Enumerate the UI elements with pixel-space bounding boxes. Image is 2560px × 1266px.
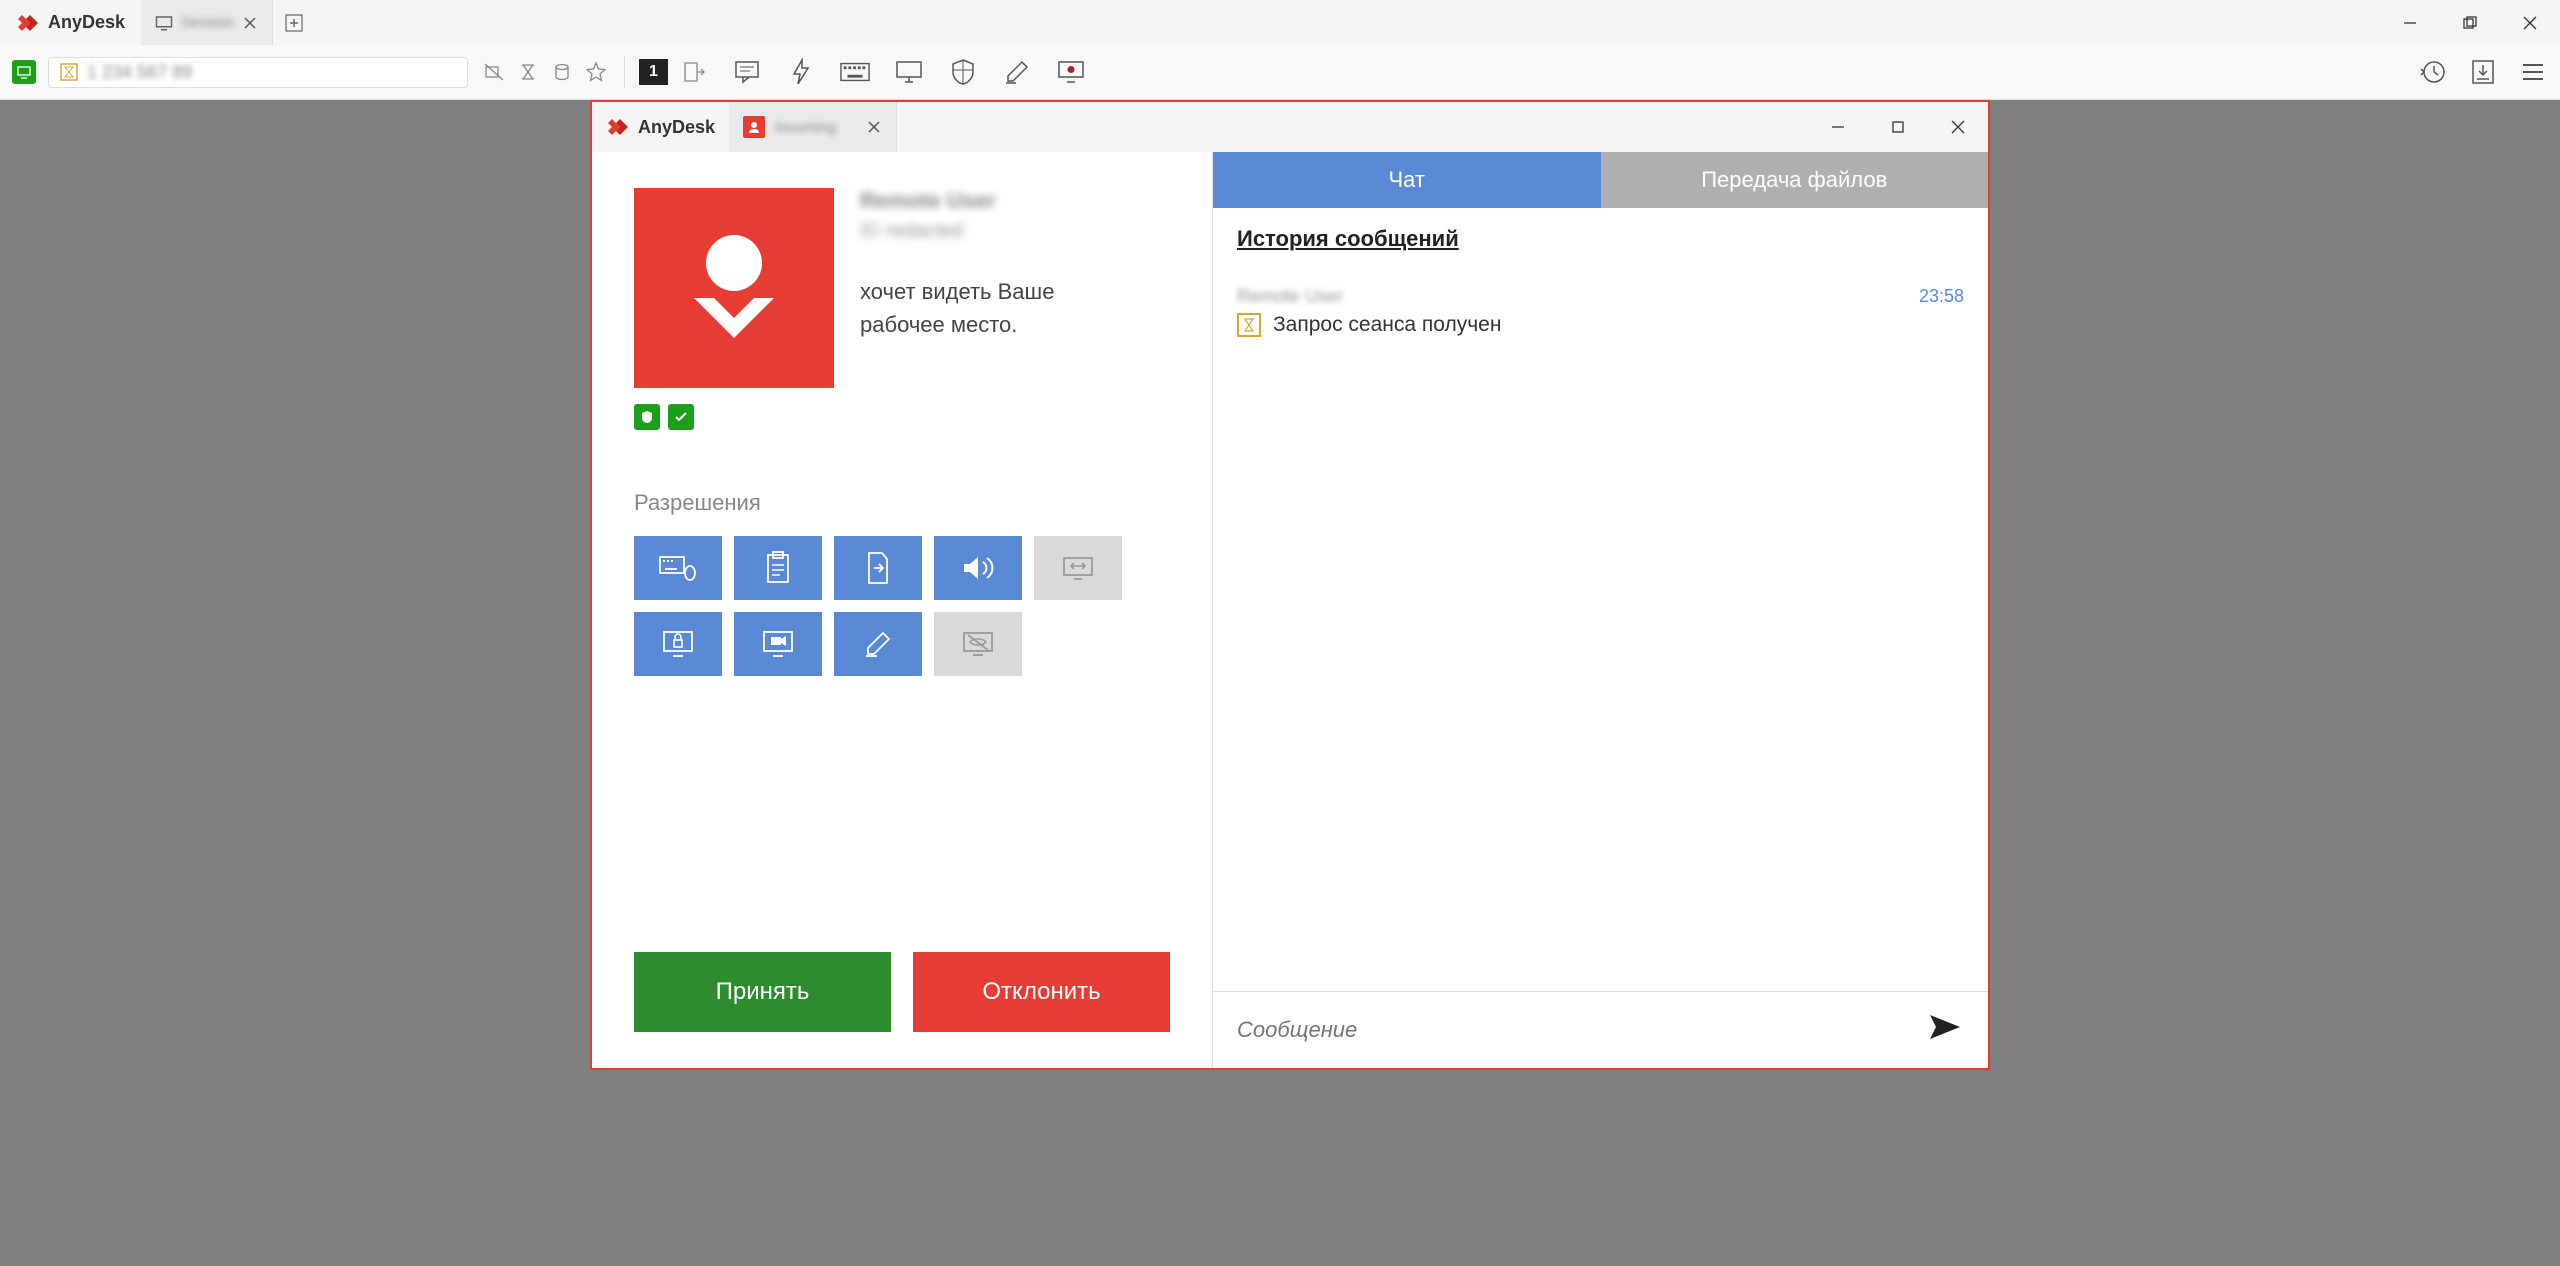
toolbar-quick-icons (480, 58, 610, 86)
address-bar[interactable]: 1 234 567 89 (48, 57, 468, 88)
main-tab[interactable]: Session (141, 0, 273, 45)
chat-input-row (1213, 991, 1988, 1068)
app-logo: AnyDesk (0, 11, 141, 35)
menu-icon[interactable] (2518, 57, 2548, 87)
anydesk-logo-icon (606, 115, 630, 139)
perm-privacy[interactable] (934, 612, 1022, 676)
send-button[interactable] (1928, 1012, 1964, 1048)
requester-avatar (634, 188, 834, 388)
status-icons (634, 404, 1170, 430)
dialog-logo: AnyDesk (592, 115, 729, 139)
requester-name: Remote User (860, 188, 1054, 214)
action-buttons: Принять Отклонить (634, 952, 1170, 1032)
toolbar-hourglass-icon[interactable] (514, 58, 542, 86)
toolbar-camera-off-icon[interactable] (480, 58, 508, 86)
requester-info: Remote User ID redacted хочет видеть Ваш… (860, 188, 1054, 388)
perm-file-transfer[interactable] (834, 536, 922, 600)
perm-clipboard[interactable] (734, 536, 822, 600)
plus-icon (285, 14, 303, 32)
perm-tcp-tunnel[interactable] (1034, 536, 1122, 600)
request-text: хочет видеть Ваше рабочее место. (860, 275, 1054, 341)
actions-icon[interactable] (786, 57, 816, 87)
main-window: AnyDesk Session 1 234 567 89 (0, 0, 2560, 1266)
toolbar: 1 234 567 89 1 (0, 45, 2560, 100)
verified-icon (634, 404, 660, 430)
dialog-tab-label: Incoming (775, 119, 836, 136)
new-tab-button[interactable] (273, 14, 315, 32)
request-panel: Remote User ID redacted хочет видеть Ваш… (592, 152, 1212, 1068)
connected-icon (668, 404, 694, 430)
chat-entry-text: Запрос сеанса получен (1273, 313, 1501, 337)
toolbar-database-icon[interactable] (548, 58, 576, 86)
perm-audio[interactable] (934, 536, 1022, 600)
maximize-button[interactable] (2440, 0, 2500, 45)
whiteboard-icon[interactable] (1002, 57, 1032, 87)
dialog-minimize-button[interactable] (1808, 102, 1868, 152)
tab-close-icon[interactable] (242, 15, 258, 31)
chat-entry-name: Remote User (1237, 286, 1343, 307)
dialog-maximize-button[interactable] (1868, 102, 1928, 152)
display-icon[interactable] (894, 57, 924, 87)
dialog-tab[interactable]: Incoming (729, 102, 897, 152)
toolbar-divider (624, 56, 625, 88)
perm-keyboard-mouse[interactable] (634, 536, 722, 600)
chat-history-title: История сообщений (1237, 226, 1964, 252)
shield-icon[interactable] (948, 57, 978, 87)
dialog-close-button[interactable] (1928, 102, 1988, 152)
close-button[interactable] (2500, 0, 2560, 45)
tab-label: Session (181, 14, 234, 31)
minimize-button[interactable] (2380, 0, 2440, 45)
requester-block: Remote User ID redacted хочет видеть Ваш… (634, 188, 1170, 388)
perm-lock[interactable] (634, 612, 722, 676)
session-request-icon (1237, 313, 1261, 337)
monitor-icon (155, 14, 173, 32)
dialog-tab-close-icon[interactable] (866, 119, 882, 135)
title-bar: AnyDesk Session (0, 0, 2560, 45)
toolbar-star-icon[interactable] (582, 58, 610, 86)
chat-history: История сообщений Remote User 23:58 Запр… (1213, 208, 1988, 355)
chat-entry-time: 23:58 (1919, 286, 1964, 307)
record-icon[interactable] (1056, 57, 1086, 87)
content-area: AnyDesk Incoming (0, 100, 2560, 1266)
connection-status-icon (12, 60, 36, 84)
reject-button[interactable]: Отклонить (913, 952, 1170, 1032)
window-controls (2380, 0, 2560, 45)
toolbar-exit-icon[interactable] (680, 58, 708, 86)
chat-icon[interactable] (732, 57, 762, 87)
toolbar-session-icons (732, 57, 1086, 87)
requester-id: ID redacted (860, 220, 1054, 243)
app-name: AnyDesk (48, 12, 125, 33)
chat-input[interactable] (1237, 1017, 1912, 1043)
chat-panel: Чат Передача файлов История сообщений Re… (1212, 152, 1988, 1068)
history-icon[interactable] (2418, 57, 2448, 87)
user-icon (743, 116, 765, 138)
toolbar-right (2418, 57, 2548, 87)
chat-entry: Remote User 23:58 Запрос сеанса получен (1237, 286, 1964, 337)
dialog-app-name: AnyDesk (638, 117, 715, 138)
anydesk-logo-icon (16, 11, 40, 35)
dialog-title-bar: AnyDesk Incoming (592, 102, 1988, 152)
incoming-request-dialog: AnyDesk Incoming (590, 100, 1990, 1070)
dialog-body: Remote User ID redacted хочет видеть Ваш… (592, 152, 1988, 1068)
tab-file-transfer[interactable]: Передача файлов (1601, 152, 1989, 208)
download-icon[interactable] (2468, 57, 2498, 87)
keyboard-icon[interactable] (840, 57, 870, 87)
chat-entry-body: Запрос сеанса получен (1237, 313, 1964, 337)
chat-tabs: Чат Передача файлов (1213, 152, 1988, 208)
permissions-grid (634, 536, 1184, 676)
perm-draw[interactable] (834, 612, 922, 676)
perm-record[interactable] (734, 612, 822, 676)
permissions-label: Разрешения (634, 490, 1170, 516)
dialog-window-controls (1808, 102, 1988, 152)
tab-chat[interactable]: Чат (1213, 152, 1601, 208)
session-count-badge: 1 (639, 59, 668, 85)
address-text: 1 234 567 89 (87, 62, 192, 83)
chat-entry-header: Remote User 23:58 (1237, 286, 1964, 307)
send-icon (1928, 1012, 1962, 1042)
hourglass-icon (59, 62, 79, 82)
accept-button[interactable]: Принять (634, 952, 891, 1032)
